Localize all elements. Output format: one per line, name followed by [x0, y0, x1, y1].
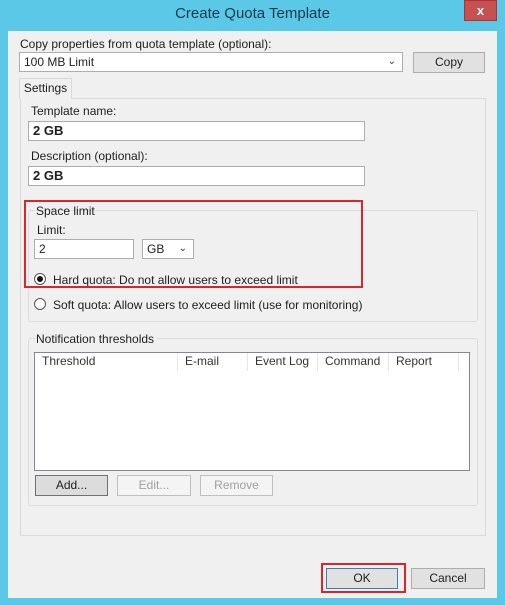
template-dropdown-value: 100 MB Limit	[24, 55, 95, 69]
edit-button[interactable]: Edit...	[117, 475, 191, 496]
cancel-button[interactable]: Cancel	[411, 568, 485, 589]
remove-button[interactable]: Remove	[200, 475, 273, 496]
chevron-down-icon: ⌄	[387, 56, 396, 67]
column-event-log[interactable]: Event Log	[248, 353, 318, 371]
ok-highlight	[321, 563, 406, 593]
add-button[interactable]: Add...	[35, 475, 108, 496]
column-threshold[interactable]: Threshold	[35, 353, 178, 371]
column-command[interactable]: Command	[318, 353, 389, 371]
tab-settings[interactable]: Settings	[19, 78, 72, 99]
template-name-label: Template name:	[31, 104, 117, 118]
soft-quota-label[interactable]: Soft quota: Allow users to exceed limit …	[53, 298, 362, 312]
copy-button[interactable]: Copy	[413, 52, 485, 73]
description-label: Description (optional):	[31, 149, 148, 163]
window-title: Create Quota Template	[175, 5, 330, 22]
template-name-input[interactable]: 2 GB	[28, 121, 365, 141]
copy-label: Copy properties from quota template (opt…	[20, 37, 272, 51]
column-email[interactable]: E-mail	[178, 353, 248, 371]
notification-title: Notification thresholds	[36, 332, 158, 346]
threshold-list[interactable]: Threshold E-mail Event Log Command Repor…	[34, 352, 470, 471]
template-dropdown[interactable]: 100 MB Limit ⌄	[19, 52, 403, 72]
description-input[interactable]: 2 GB	[28, 166, 365, 186]
close-button[interactable]: x	[464, 0, 497, 21]
soft-quota-radio[interactable]	[34, 298, 46, 310]
column-report[interactable]: Report	[389, 353, 459, 371]
space-limit-highlight	[24, 200, 363, 288]
